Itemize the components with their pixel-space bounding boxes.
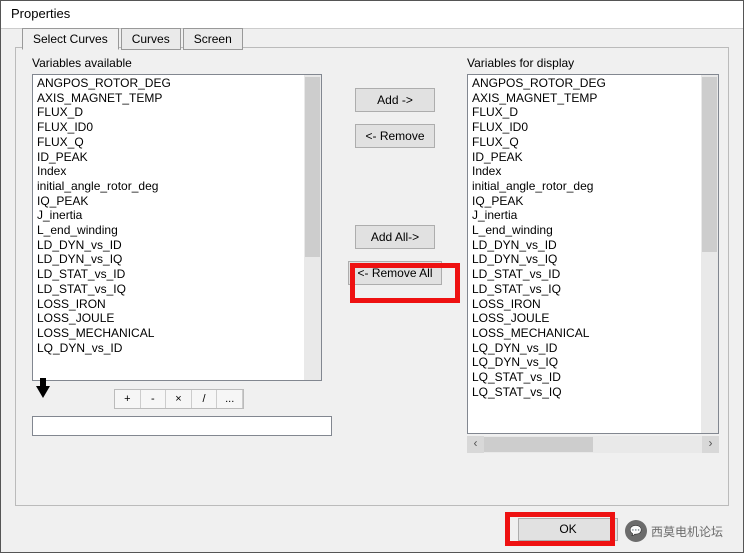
list-item[interactable]: LOSS_JOULE [37,311,304,326]
remove-all-button[interactable]: <- Remove All [348,261,442,285]
list-item[interactable]: FLUX_ID0 [37,120,304,135]
list-item[interactable]: L_end_winding [37,223,304,238]
list-item[interactable]: ANGPOS_ROTOR_DEG [472,76,701,91]
add-button[interactable]: Add -> [355,88,435,112]
available-scrollbar[interactable] [304,75,321,380]
expression-input[interactable] [32,416,332,436]
wechat-icon: 💬 [625,520,647,542]
list-item[interactable]: LD_DYN_vs_ID [37,238,304,253]
list-item[interactable]: LQ_DYN_vs_ID [37,341,304,356]
list-item[interactable]: IQ_PEAK [472,194,701,209]
list-item[interactable]: LQ_STAT_vs_IQ [472,385,701,400]
display-hscrollbar[interactable]: ‹ › [467,436,719,453]
display-label: Variables for display [467,56,574,70]
list-item[interactable]: LD_DYN_vs_IQ [37,252,304,267]
list-item[interactable]: J_inertia [472,208,701,223]
list-item[interactable]: FLUX_D [472,105,701,120]
available-listbox[interactable]: ANGPOS_ROTOR_DEG AXIS_MAGNET_TEMP FLUX_D… [32,74,322,381]
op-minus[interactable]: - [141,390,167,408]
list-item[interactable]: LD_STAT_vs_IQ [37,282,304,297]
watermark-text: 西莫电机论坛 [651,523,723,540]
op-divide[interactable]: / [192,390,218,408]
list-item[interactable]: AXIS_MAGNET_TEMP [37,91,304,106]
operator-toolbar[interactable]: + - × / ... [114,389,244,409]
display-scrollbar[interactable] [701,75,718,433]
ok-button[interactable]: OK [518,518,618,541]
list-item[interactable]: Index [37,164,304,179]
op-more[interactable]: ... [217,390,243,408]
list-item[interactable]: LD_STAT_vs_IQ [472,282,701,297]
op-times[interactable]: × [166,390,192,408]
list-item[interactable]: LD_STAT_vs_ID [37,267,304,282]
list-item[interactable]: L_end_winding [472,223,701,238]
scrollbar-thumb[interactable] [484,437,593,452]
main-panel: Select Curves Curves Screen Variables av… [15,47,729,506]
list-item[interactable]: LD_STAT_vs_ID [472,267,701,282]
list-item[interactable]: LD_DYN_vs_IQ [472,252,701,267]
op-plus[interactable]: + [115,390,141,408]
arrow-down-icon [36,386,50,398]
list-item[interactable]: IQ_PEAK [37,194,304,209]
list-item[interactable]: ANGPOS_ROTOR_DEG [37,76,304,91]
list-item[interactable]: FLUX_D [37,105,304,120]
list-item[interactable]: J_inertia [37,208,304,223]
list-item[interactable]: FLUX_ID0 [472,120,701,135]
list-item[interactable]: FLUX_Q [37,135,304,150]
list-item[interactable]: LOSS_MECHANICAL [472,326,701,341]
list-item[interactable]: initial_angle_rotor_deg [472,179,701,194]
tab-screen[interactable]: Screen [183,28,243,50]
list-item[interactable]: LQ_DYN_vs_IQ [472,355,701,370]
chevron-right-icon[interactable]: › [702,436,719,453]
list-item[interactable]: LOSS_MECHANICAL [37,326,304,341]
window-title: Properties [1,1,743,29]
scrollbar-thumb[interactable] [305,77,320,257]
scrollbar-thumb[interactable] [702,77,717,252]
remove-button[interactable]: <- Remove [355,124,435,148]
watermark: 💬 西莫电机论坛 [625,520,723,542]
list-item[interactable]: ID_PEAK [472,150,701,165]
list-item[interactable]: LQ_STAT_vs_ID [472,370,701,385]
add-all-button[interactable]: Add All-> [355,225,435,249]
list-item[interactable]: LOSS_IRON [472,297,701,312]
list-item[interactable]: ID_PEAK [37,150,304,165]
display-listbox[interactable]: ANGPOS_ROTOR_DEG AXIS_MAGNET_TEMP FLUX_D… [467,74,719,434]
list-item[interactable]: LD_DYN_vs_ID [472,238,701,253]
list-item[interactable]: FLUX_Q [472,135,701,150]
list-item[interactable]: AXIS_MAGNET_TEMP [472,91,701,106]
list-item[interactable]: LOSS_JOULE [472,311,701,326]
list-item[interactable]: LQ_DYN_vs_ID [472,341,701,356]
tab-curves[interactable]: Curves [121,28,181,50]
tab-select-curves[interactable]: Select Curves [22,28,119,50]
available-label: Variables available [32,56,132,70]
list-item[interactable]: LOSS_IRON [37,297,304,312]
chevron-left-icon[interactable]: ‹ [467,436,484,453]
list-item[interactable]: initial_angle_rotor_deg [37,179,304,194]
list-item[interactable]: Index [472,164,701,179]
